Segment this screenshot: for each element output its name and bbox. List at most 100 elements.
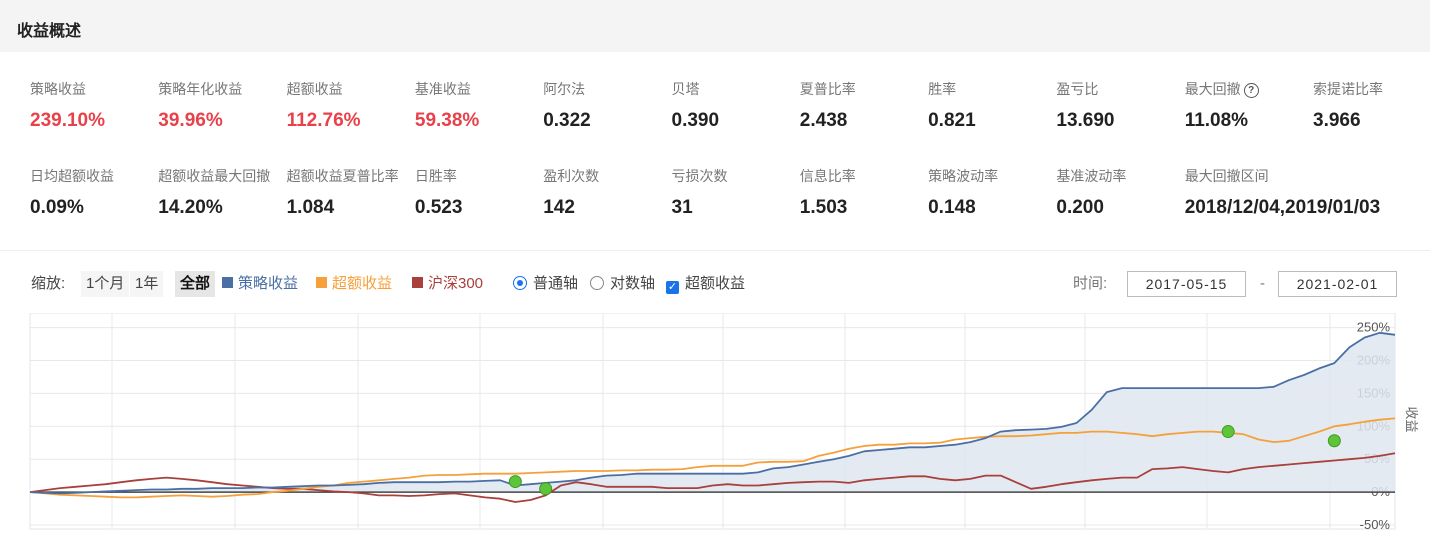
metric-label: 超额收益夏普比率 [287, 166, 415, 186]
metric-label: 阿尔法 [543, 79, 671, 99]
metric-label: 胜率 [928, 79, 1056, 99]
metric-value: 239.10% [30, 110, 106, 131]
metric-row1-0: 策略收益 239.10% [30, 79, 158, 132]
metric-label: 基准波动率 [1056, 166, 1184, 186]
metric-row1-5: 贝塔 0.390 [672, 79, 800, 132]
metric-row2-1: 超额收益最大回撤 14.20% [158, 166, 286, 219]
y-axis-label: 收益 [1404, 407, 1419, 433]
excess-return-checkbox-label: 超额收益 [685, 275, 746, 292]
metric-value: 0.09% [30, 197, 84, 218]
legend-hs300-label: 沪深300 [428, 275, 484, 292]
event-marker-1[interactable] [539, 482, 553, 496]
metric-row2-4: 盈利次数 142 [543, 166, 671, 219]
metric-value: 1.503 [799, 197, 848, 218]
metric-row1-1: 策略年化收益 39.96% [158, 79, 286, 132]
zoom-1month-button[interactable]: 1个月 [81, 271, 130, 297]
metric-label: 策略波动率 [928, 166, 1056, 186]
zoom-all-button[interactable]: 全部 [175, 271, 216, 297]
metric-value: 59.38% [414, 110, 480, 131]
zoom-label: 缩放: [31, 275, 66, 292]
date-from-input[interactable]: 2017-05-15 [1127, 271, 1246, 297]
radio-off-icon [590, 276, 604, 290]
event-marker-2[interactable] [1221, 425, 1235, 439]
metric-value: 0.523 [414, 197, 463, 218]
metric-label-text: 策略波动率 [928, 168, 999, 184]
metric-label-text: 盈亏比 [1056, 81, 1099, 97]
metric-row1-9: 最大回撤? 11.08% [1185, 79, 1313, 132]
metric-row2-9: 最大回撤区间 2018/12/04,2019/01/03 [1184, 166, 1381, 219]
legend-hs300[interactable]: 沪深300 [412, 271, 483, 297]
metric-label: 盈亏比 [1056, 79, 1184, 99]
excess-return-checkbox[interactable]: ✓ 超额收益 [666, 271, 745, 297]
metric-label-text: 索提诺比率 [1313, 81, 1383, 97]
metric-label: 策略年化收益 [158, 79, 286, 99]
metric-row2-6: 信息比率 1.503 [800, 166, 928, 219]
y-tick-label: 250% [1357, 320, 1391, 335]
metric-row2-0: 日均超额收益 0.09% [30, 166, 158, 219]
metric-label: 超额收益最大回撤 [158, 166, 286, 186]
metric-label: 最大回撤? [1185, 79, 1313, 99]
log-axis-radio[interactable]: 对数轴 [590, 271, 655, 297]
metric-label-text: 超额收益 [286, 81, 343, 97]
help-circle-icon[interactable]: ? [1243, 83, 1259, 98]
zoom-1year-button[interactable]: 1年 [130, 271, 164, 297]
event-marker-3[interactable] [1327, 434, 1341, 448]
metric-label-text: 策略年化收益 [158, 81, 243, 97]
date-separator: - [1260, 275, 1265, 292]
metric-value: 0.200 [1056, 197, 1104, 218]
checkmark-icon: ✓ [666, 281, 679, 294]
metric-value: 39.96% [158, 110, 223, 131]
metric-row2-2: 超额收益夏普比率 1.084 [287, 166, 415, 219]
event-marker-0[interactable] [508, 475, 522, 489]
metric-label-text: 最大回撤 [1184, 81, 1241, 97]
metric-value: 0.148 [928, 197, 976, 218]
legend-hs300-swatch [412, 277, 423, 288]
metric-label-text: 贝塔 [671, 81, 700, 97]
divider [0, 250, 1430, 251]
metric-row1-7: 胜率 0.821 [928, 79, 1056, 132]
metric-value: 11.08% [1184, 110, 1249, 131]
metric-label-text: 基准收益 [414, 81, 471, 97]
metric-label-text: 超额收益最大回撤 [158, 168, 271, 184]
metric-label-text: 基准波动率 [1056, 168, 1127, 184]
metric-label-text: 超额收益夏普比率 [286, 168, 399, 184]
legend-excess[interactable]: 超额收益 [316, 271, 392, 297]
metric-value: 0.322 [543, 110, 591, 131]
metric-label: 亏损次数 [672, 166, 800, 186]
metric-label: 日均超额收益 [30, 166, 158, 186]
legend-strategy[interactable]: 策略收益 [222, 271, 298, 297]
log-axis-label: 对数轴 [610, 275, 656, 292]
metric-label-text: 夏普比率 [799, 81, 856, 97]
metric-row2-8: 基准波动率 0.200 [1056, 166, 1184, 219]
metric-row1-8: 盈亏比 13.690 [1056, 79, 1184, 132]
metric-label-text: 日胜率 [414, 168, 457, 184]
normal-axis-radio[interactable]: 普通轴 [513, 271, 578, 297]
metric-value: 2.438 [799, 110, 848, 131]
metric-label-text: 亏损次数 [671, 168, 728, 184]
time-label: 时间: [1073, 275, 1108, 292]
legend-excess-swatch [316, 277, 327, 288]
metric-label: 贝塔 [672, 79, 800, 99]
metric-label-text: 阿尔法 [543, 81, 586, 97]
metric-row1-3: 基准收益 59.38% [415, 79, 543, 132]
metric-row2-7: 策略波动率 0.148 [928, 166, 1056, 219]
metric-value: 0.390 [671, 110, 720, 131]
legend-excess-label: 超额收益 [332, 275, 393, 292]
metric-value: 2018/12/04,2019/01/03 [1184, 197, 1381, 218]
metric-row1-10: 索提诺比率 3.966 [1313, 79, 1430, 132]
metric-value: 142 [543, 197, 575, 218]
metric-label-text: 策略收益 [30, 81, 86, 97]
metric-label: 最大回撤区间 [1185, 166, 1313, 186]
metric-label-text: 日均超额收益 [30, 168, 114, 184]
metric-label: 策略收益 [30, 79, 158, 99]
metric-label: 夏普比率 [800, 79, 928, 99]
radio-on-icon [513, 276, 527, 290]
date-to-input[interactable]: 2021-02-01 [1278, 271, 1397, 297]
metric-row1-4: 阿尔法 0.322 [543, 79, 671, 132]
metric-label-text: 信息比率 [799, 168, 856, 184]
metric-value: 1.084 [286, 197, 335, 218]
metric-row1-6: 夏普比率 2.438 [800, 79, 928, 132]
returns-chart[interactable]: 250%200%150%100%50%0%-50%收益 [0, 313, 1430, 549]
metric-value: 0.821 [928, 110, 976, 131]
metric-label: 基准收益 [415, 79, 543, 99]
